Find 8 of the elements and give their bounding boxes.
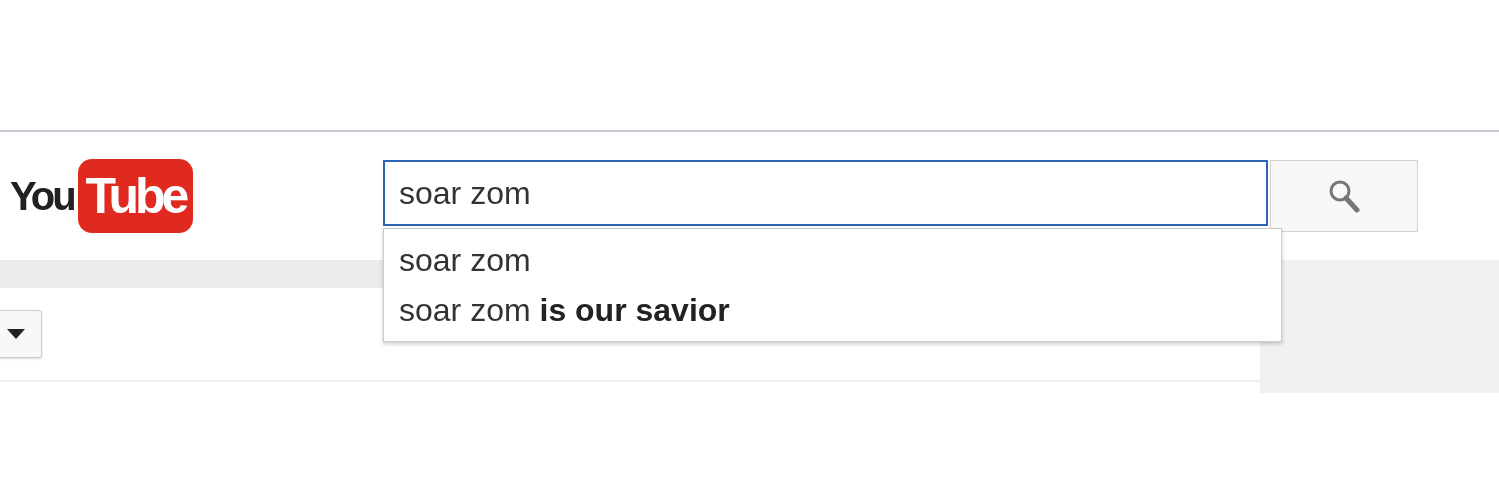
search-icon bbox=[1328, 179, 1360, 213]
suggestion-item[interactable]: soar zom is our savior bbox=[384, 285, 1281, 335]
search-field[interactable]: soar zom bbox=[383, 160, 1268, 226]
search-button[interactable] bbox=[1270, 160, 1418, 232]
logo-wordmark: You bbox=[10, 173, 74, 220]
caret-icon bbox=[7, 329, 25, 339]
suggestion-item[interactable]: soar zom bbox=[384, 235, 1281, 285]
logo-badge: Tube bbox=[77, 159, 194, 233]
